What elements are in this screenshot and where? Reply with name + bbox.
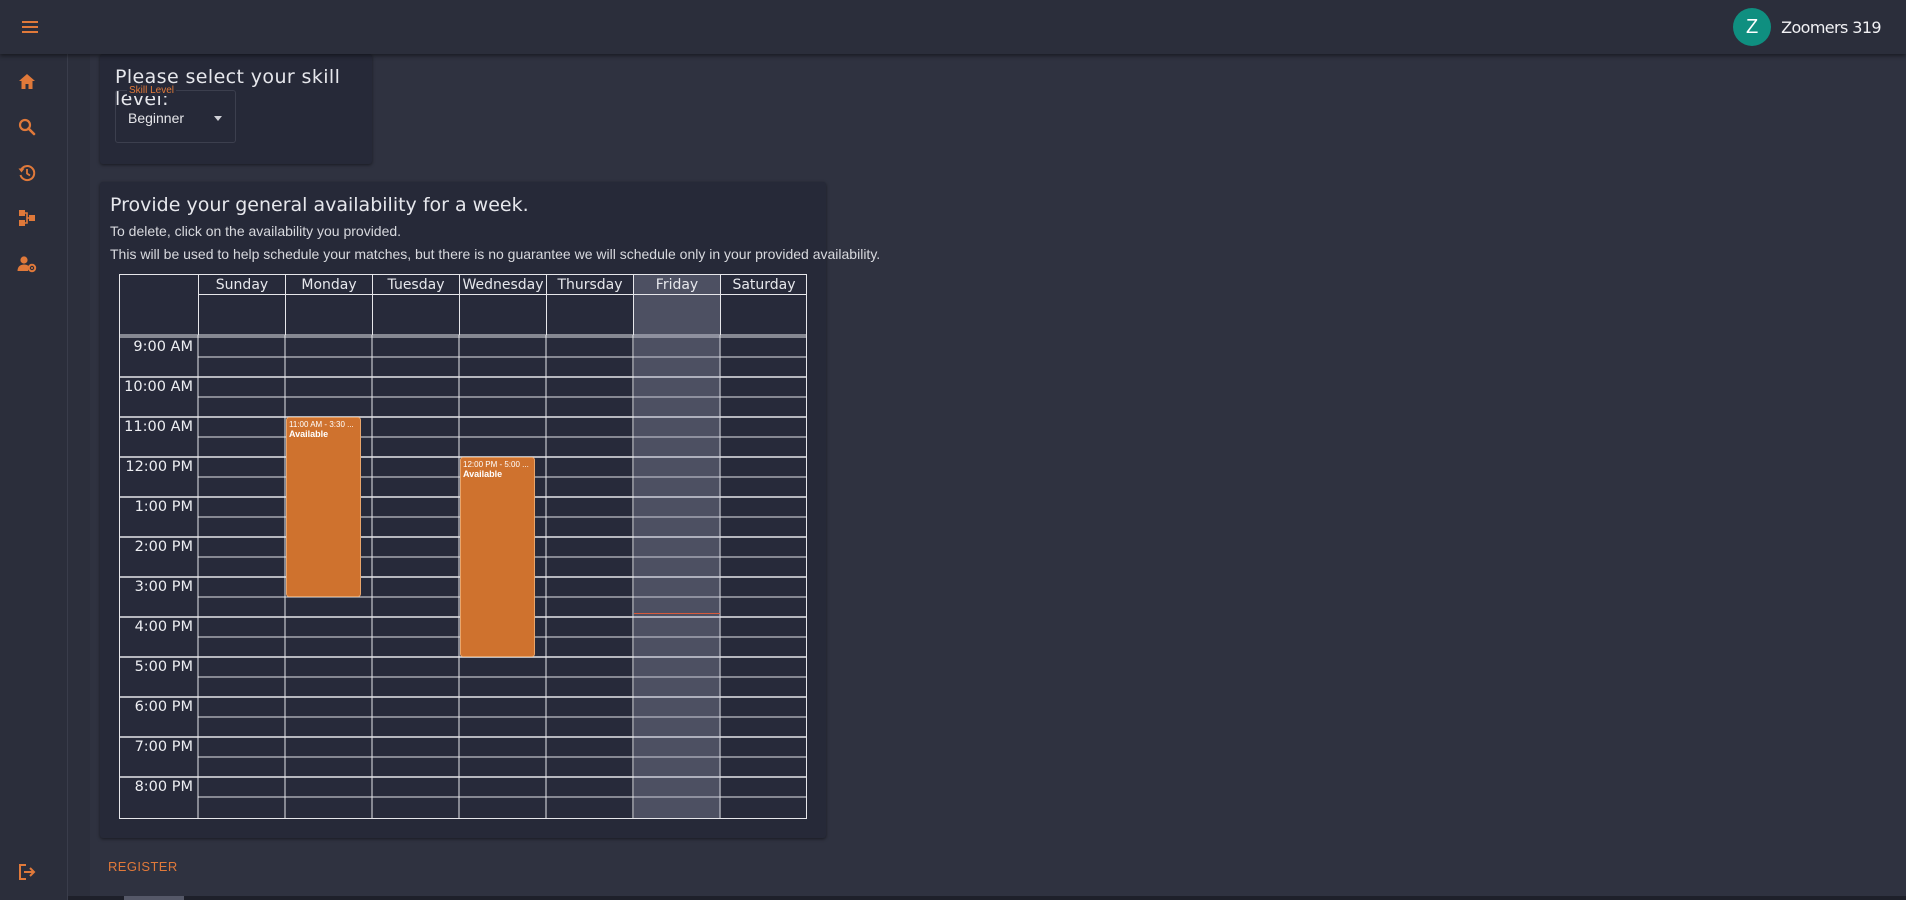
skill-level-select[interactable]: Skill Level Beginner [115,85,236,143]
time-slot-label: 12:00 PM [125,459,193,475]
availability-title: Provide your general availability for a … [110,194,529,216]
user-settings-icon[interactable] [12,249,42,279]
time-slot-label: 10:00 AM [124,379,193,395]
time-slot-label: 3:00 PM [134,579,193,595]
availability-card: Provide your general availability for a … [100,182,880,838]
user-menu[interactable]: Z Zoomers 319 [1733,7,1882,47]
day-header: Monday [285,275,372,335]
day-header: Sunday [198,275,285,335]
username: Zoomers 319 [1781,17,1882,37]
menu-icon[interactable] [14,12,46,42]
chevron-down-icon [214,116,222,121]
event-title: Available [289,429,329,439]
availability-event[interactable]: 12:00 PM - 5:00 ... Available [460,457,535,657]
app-bar: Z Zoomers 319 [0,0,1906,54]
side-nav [0,54,68,900]
day-name: Monday [286,275,372,295]
horizontal-scrollbar-thumb[interactable] [124,896,184,900]
day-name: Tuesday [373,275,459,295]
availability-instruction: To delete, click on the availability you… [110,223,402,239]
search-icon[interactable] [12,112,42,142]
skill-level-card: Please select your skill level: Skill Le… [100,54,372,164]
week-calendar[interactable]: Sunday Monday Tuesday Wednesday Thursday Frid… [119,274,807,819]
day-header: Friday [633,275,720,335]
home-icon[interactable] [12,67,42,97]
day-header: Wednesday [459,275,546,335]
time-slot-label: 6:00 PM [134,699,193,715]
availability-note: This will be used to help schedule your … [110,246,881,262]
avatar[interactable]: Z [1733,8,1772,46]
register-button[interactable]: REGISTER [108,859,178,874]
time-slot-label: 9:00 AM [133,339,193,355]
time-slot-label: 2:00 PM [134,539,193,555]
scrollbar-track[interactable] [68,54,90,900]
time-slot-label: 7:00 PM [134,739,193,755]
availability-event[interactable]: 11:00 AM - 3:30 ... Available [286,417,361,597]
event-time: 12:00 PM - 5:00 ... [463,460,529,469]
skill-level-value: Beginner [128,110,185,126]
horizontal-scrollbar[interactable] [0,896,1906,900]
day-header: Saturday [720,275,807,335]
current-time-indicator [634,613,720,614]
day-header: Tuesday [372,275,459,335]
day-header: Thursday [546,275,633,335]
day-name: Thursday [547,275,633,295]
time-slot-label: 4:00 PM [134,619,193,635]
event-title: Available [463,469,503,479]
time-slot-label: 11:00 AM [124,419,193,435]
day-name: Friday [634,275,720,295]
history-icon[interactable] [12,158,42,188]
time-slot-label: 1:00 PM [134,499,193,515]
today-column-highlight [634,275,720,818]
day-name: Wednesday [460,275,546,295]
day-name: Saturday [721,275,807,295]
skill-level-label: Skill Level [127,85,177,96]
time-slot-label: 8:00 PM [134,779,193,795]
time-slot-label: 5:00 PM [134,659,193,675]
day-name: Sunday [199,275,285,295]
event-time: 11:00 AM - 3:30 ... [289,420,354,429]
logout-icon[interactable] [12,857,42,887]
bracket-icon[interactable] [12,203,42,233]
